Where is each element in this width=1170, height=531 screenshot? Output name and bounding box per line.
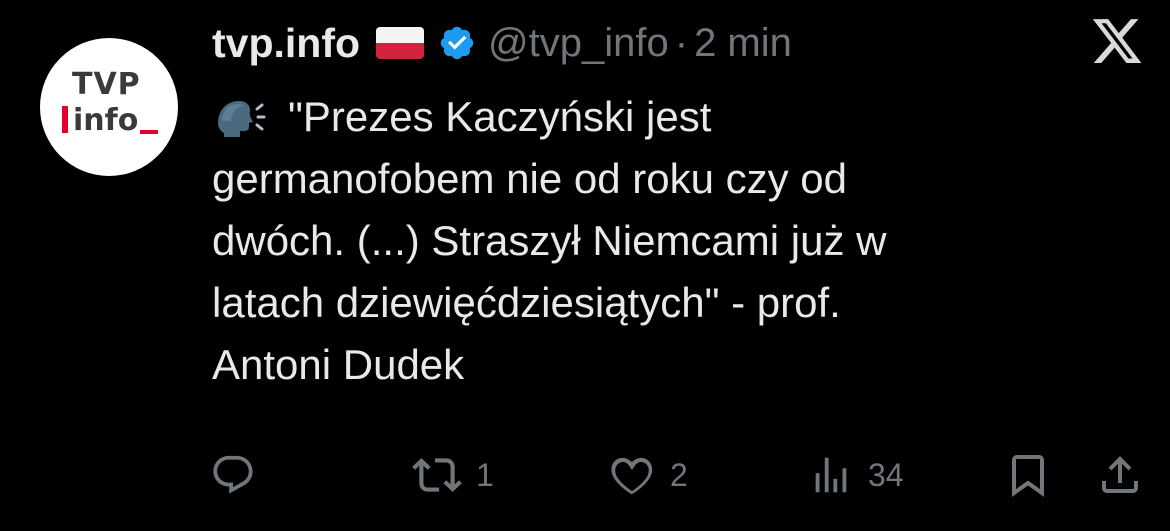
user-handle[interactable]: @tvp_info bbox=[488, 21, 669, 66]
avatar-logo-line1: TVP bbox=[72, 67, 141, 102]
avatar-logo-line2: info bbox=[62, 103, 159, 138]
like-button[interactable]: 2 bbox=[608, 440, 688, 510]
speaking-head-icon bbox=[218, 101, 266, 137]
reply-icon bbox=[213, 455, 253, 494]
views-button[interactable]: 34 bbox=[808, 440, 904, 510]
avatar-logo-bar bbox=[62, 106, 68, 133]
retweet-icon bbox=[412, 458, 462, 492]
avatar[interactable]: TVP info bbox=[40, 38, 178, 176]
share-button[interactable] bbox=[1096, 440, 1144, 510]
tweet-line: "Prezes Kaczyński jest bbox=[212, 86, 1112, 148]
tweet-line-text: "Prezes Kaczyński jest bbox=[288, 93, 712, 140]
tweet-line: Antoni Dudek bbox=[212, 341, 465, 388]
timestamp[interactable]: 2 min bbox=[694, 21, 792, 66]
avatar-logo-text: info bbox=[73, 103, 139, 138]
views-icon bbox=[815, 457, 847, 493]
views-count: 34 bbox=[868, 456, 904, 493]
share-icon bbox=[1102, 456, 1138, 493]
bookmark-icon bbox=[1012, 455, 1044, 497]
verified-badge-icon bbox=[440, 26, 474, 60]
retweet-button[interactable]: 1 bbox=[412, 440, 494, 510]
tweet-line: latach dziewięćdziesiątych" - prof. bbox=[212, 279, 841, 326]
tweet-text: "Prezes Kaczyński jest germanofobem nie … bbox=[212, 86, 1112, 396]
action-bar: 1 2 34 bbox=[0, 440, 1170, 510]
avatar-logo-underscore bbox=[140, 130, 159, 134]
tweet-header: tvp.info @tvp_info · 2 min bbox=[212, 18, 792, 68]
tweet-line: dwóch. (...) Straszył Niemcami już w bbox=[212, 217, 887, 264]
like-count: 2 bbox=[670, 456, 688, 493]
poland-flag-icon bbox=[376, 27, 425, 59]
heart-icon bbox=[611, 457, 653, 495]
bookmark-button[interactable] bbox=[1004, 440, 1052, 510]
tweet-line: germanofobem nie od roku czy od bbox=[212, 155, 848, 202]
separator-dot: · bbox=[674, 20, 689, 65]
display-name[interactable]: tvp.info bbox=[212, 20, 360, 67]
x-logo-icon[interactable] bbox=[1090, 14, 1144, 68]
reply-button[interactable] bbox=[210, 440, 256, 510]
retweet-count: 1 bbox=[476, 456, 494, 493]
